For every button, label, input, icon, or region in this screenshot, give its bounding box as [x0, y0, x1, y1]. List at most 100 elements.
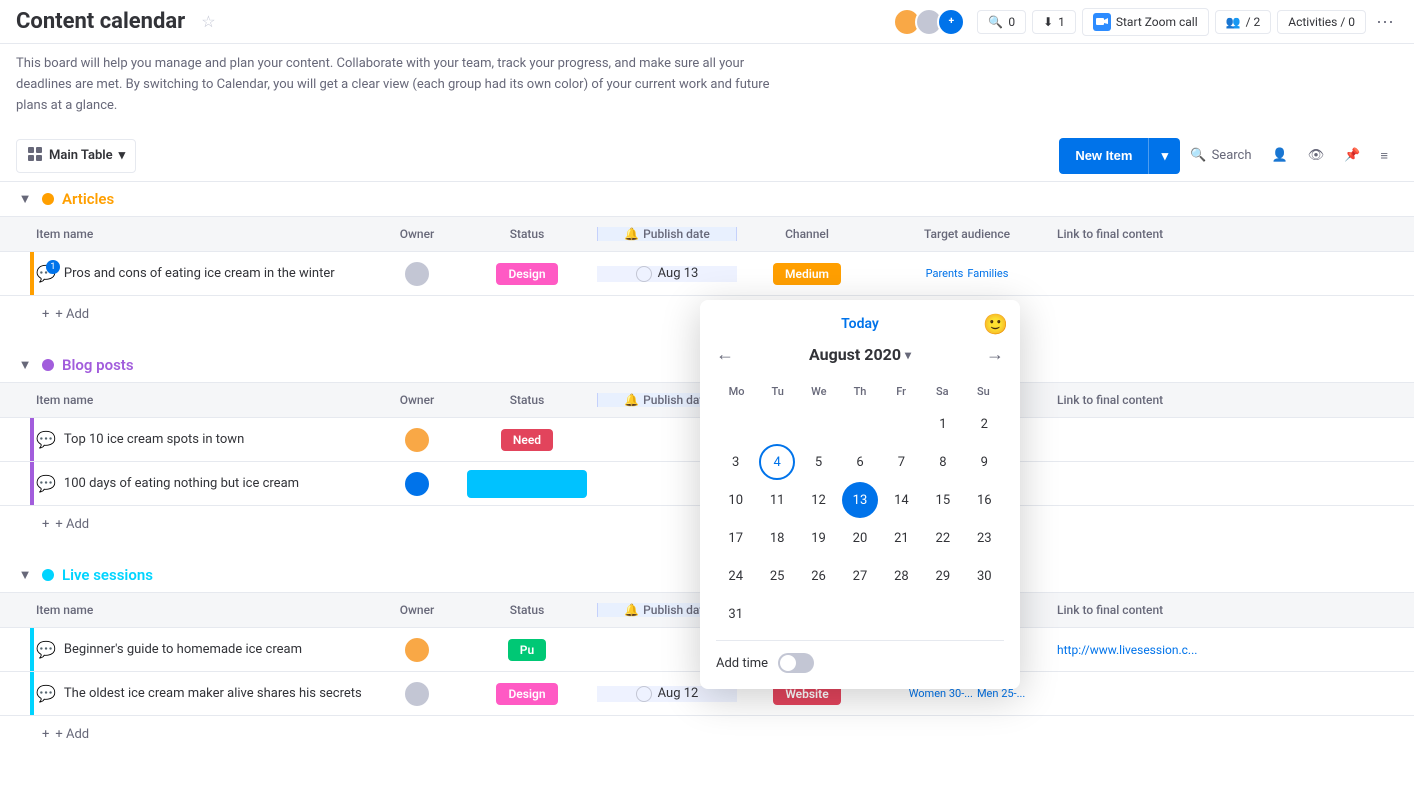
row-channel[interactable]: Medium: [737, 263, 877, 285]
target-tag-women2[interactable]: Women 30-...: [909, 687, 973, 700]
col-channel-header: Channel: [737, 227, 877, 241]
calendar-day-5[interactable]: 5: [801, 444, 837, 480]
group-articles-header: ▼ Articles: [0, 182, 1414, 216]
calendar-day-13[interactable]: 13: [842, 482, 878, 518]
group-collapse-icon-live[interactable]: ▼: [16, 566, 34, 584]
day-of-week-su: Su: [963, 381, 1004, 402]
day-of-week-tu: Tu: [757, 381, 798, 402]
person-filter-btn[interactable]: 👤: [1262, 142, 1298, 169]
calendar-day-10[interactable]: 10: [718, 482, 754, 518]
target-tag-1[interactable]: Parents: [926, 267, 964, 280]
calendar-day-29[interactable]: 29: [925, 558, 961, 594]
star-icon[interactable]: ☆: [201, 12, 215, 31]
date-circle: [636, 266, 652, 282]
comment-icon-blue[interactable]: 💬1: [36, 264, 56, 283]
people-count: / 2: [1246, 15, 1261, 29]
group-live-title[interactable]: Live sessions: [62, 566, 153, 584]
row-target: Women 30-... Men 25-...: [877, 687, 1057, 700]
comment-icon[interactable]: 💬: [36, 474, 56, 493]
filter-btn[interactable]: ≡: [1370, 142, 1398, 170]
add-time-toggle[interactable]: [778, 653, 814, 673]
row-publish[interactable]: Aug 13: [597, 266, 737, 282]
calendar-day-empty: [883, 596, 919, 632]
day-of-week-th: Th: [839, 381, 880, 402]
calendar-day-11[interactable]: 11: [759, 482, 795, 518]
row-status[interactable]: Design: [457, 683, 597, 705]
comment-icon[interactable]: 💬: [36, 430, 56, 449]
date-text: Aug 12: [658, 686, 699, 701]
add-label: + Add: [55, 727, 89, 742]
calendar-day-22[interactable]: 22: [925, 520, 961, 556]
row-owner: [377, 680, 457, 708]
add-icon: +: [42, 307, 49, 322]
calendar-day-27[interactable]: 27: [842, 558, 878, 594]
zoom-label: Start Zoom call: [1116, 15, 1198, 29]
search-label: Search: [1212, 148, 1252, 163]
calendar-day-24[interactable]: 24: [718, 558, 754, 594]
calendar-day-9[interactable]: 9: [966, 444, 1002, 480]
target-tag-men2[interactable]: Men 25-...: [977, 687, 1025, 700]
calendar-month-chevron[interactable]: ▾: [905, 348, 911, 362]
calendar-day-7[interactable]: 7: [883, 444, 919, 480]
person-icon: 👤: [1272, 148, 1288, 163]
calendar-day-2[interactable]: 2: [966, 406, 1002, 442]
calendar-day-19[interactable]: 19: [801, 520, 837, 556]
people-btn[interactable]: 👥 / 2: [1215, 10, 1272, 34]
avatar-count[interactable]: +: [937, 8, 965, 36]
calendar-today-btn[interactable]: Today: [716, 316, 1004, 332]
calendar-day-4[interactable]: 4: [759, 444, 795, 480]
eye-btn[interactable]: 👁: [1298, 142, 1335, 169]
group-articles-title[interactable]: Articles: [62, 190, 114, 208]
smiley-icon[interactable]: 🙂: [983, 312, 1008, 336]
calendar-day-empty: [925, 596, 961, 632]
calendar-day-16[interactable]: 16: [966, 482, 1002, 518]
calendar-day-30[interactable]: 30: [966, 558, 1002, 594]
comment-icon[interactable]: 💬: [36, 640, 56, 659]
calendar-day-28[interactable]: 28: [883, 558, 919, 594]
calendar-day-3[interactable]: 3: [718, 444, 754, 480]
group-collapse-icon[interactable]: ▼: [16, 190, 34, 208]
calendar-day-18[interactable]: 18: [759, 520, 795, 556]
calendar-day-17[interactable]: 17: [718, 520, 754, 556]
calendar-day-21[interactable]: 21: [883, 520, 919, 556]
pin-btn[interactable]: 📌: [1334, 142, 1370, 169]
col-status-header-b: Status: [457, 393, 597, 407]
row-status[interactable]: Design: [457, 263, 597, 285]
group-collapse-icon-blog[interactable]: ▼: [16, 356, 34, 374]
more-menu-btn[interactable]: ···: [1372, 7, 1398, 36]
comment-icon[interactable]: 💬: [36, 684, 56, 703]
calendar-day-empty: [801, 596, 837, 632]
calendar-day-25[interactable]: 25: [759, 558, 795, 594]
row-status[interactable]: [457, 470, 597, 498]
calendar-day-6[interactable]: 6: [842, 444, 878, 480]
search-btn[interactable]: 🔍 Search: [1180, 142, 1261, 169]
group-blog-color-dot: [42, 359, 54, 371]
calendar-day-8[interactable]: 8: [925, 444, 961, 480]
target-tag-2[interactable]: Families: [967, 267, 1008, 280]
add-row-live[interactable]: + + Add: [0, 716, 1414, 752]
row-status[interactable]: Need: [457, 429, 597, 451]
calendar-day-15[interactable]: 15: [925, 482, 961, 518]
invite-btn[interactable]: ⬇ 1: [1032, 10, 1076, 34]
calendar-day-14[interactable]: 14: [883, 482, 919, 518]
new-item-btn[interactable]: New Item ▾: [1059, 138, 1180, 174]
group-blog-title[interactable]: Blog posts: [62, 356, 134, 374]
day-of-week-mo: Mo: [716, 381, 757, 402]
calendar-day-12[interactable]: 12: [801, 482, 837, 518]
notification-btn[interactable]: 🔍 0: [977, 10, 1026, 34]
activities-btn[interactable]: Activities / 0: [1277, 10, 1366, 34]
add-icon: +: [42, 727, 49, 742]
calendar-next-btn[interactable]: →: [986, 344, 1004, 365]
view-selector[interactable]: Main Table ▾: [16, 139, 136, 173]
calendar-day-26[interactable]: 26: [801, 558, 837, 594]
zoom-btn[interactable]: Start Zoom call: [1082, 8, 1209, 36]
calendar-day-31[interactable]: 31: [718, 596, 754, 632]
date-text[interactable]: Aug 13: [658, 266, 699, 281]
row-link[interactable]: http://www.livesession.c...: [1057, 643, 1398, 657]
row-owner: [377, 636, 457, 664]
row-status[interactable]: Pu: [457, 639, 597, 661]
calendar-day-1[interactable]: 1: [925, 406, 961, 442]
calendar-prev-btn[interactable]: ←: [716, 344, 734, 365]
calendar-day-23[interactable]: 23: [966, 520, 1002, 556]
calendar-day-20[interactable]: 20: [842, 520, 878, 556]
